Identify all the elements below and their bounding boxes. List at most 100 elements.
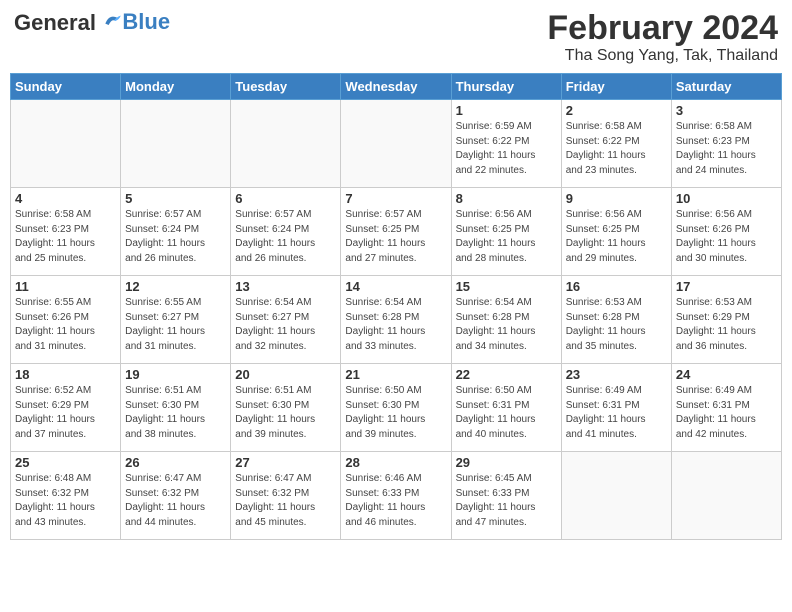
- calendar-day-header: Sunday: [11, 74, 121, 100]
- calendar-cell: 20 Sunrise: 6:51 AM Sunset: 6:30 PM Dayli…: [231, 364, 341, 452]
- day-number: 16: [566, 279, 667, 294]
- day-info: Sunrise: 6:54 AM Sunset: 6:27 PM Dayligh…: [235, 296, 336, 354]
- calendar-week-row: 1Sunrise: 6:59 AM Sunset: 6:22 PM Daylig…: [11, 100, 782, 188]
- calendar-cell: 25 Sunrise: 6:48 AM Sunset: 6:32 PM Dayli…: [11, 452, 121, 540]
- location-title: Tha Song Yang, Tak, Thailand: [547, 47, 778, 65]
- day-number: 27: [235, 455, 336, 470]
- logo-general-text: General: [14, 10, 96, 35]
- day-info: Sunrise: 6:54 AM Sunset: 6:28 PM Dayligh…: [345, 296, 446, 354]
- day-number: 22: [456, 367, 557, 382]
- calendar-cell: 17 Sunrise: 6:53 AM Sunset: 6:29 PM Dayli…: [671, 276, 781, 364]
- day-number: 8: [456, 191, 557, 206]
- day-info: Sunrise: 6:56 AM Sunset: 6:25 PM Dayligh…: [566, 208, 667, 266]
- day-number: 18: [15, 367, 116, 382]
- day-number: 25: [15, 455, 116, 470]
- day-info: Sunrise: 6:47 AM Sunset: 6:32 PM Dayligh…: [125, 472, 226, 530]
- day-info: Sunrise: 6:57 AM Sunset: 6:25 PM Dayligh…: [345, 208, 446, 266]
- calendar-cell: [671, 452, 781, 540]
- day-number: 21: [345, 367, 446, 382]
- day-number: 6: [235, 191, 336, 206]
- calendar-cell: 1Sunrise: 6:59 AM Sunset: 6:22 PM Daylig…: [451, 100, 561, 188]
- calendar-cell: 21 Sunrise: 6:50 AM Sunset: 6:30 PM Dayli…: [341, 364, 451, 452]
- day-info: Sunrise: 6:46 AM Sunset: 6:33 PM Dayligh…: [345, 472, 446, 530]
- day-number: 3: [676, 103, 777, 118]
- calendar-cell: 15 Sunrise: 6:54 AM Sunset: 6:28 PM Dayli…: [451, 276, 561, 364]
- day-info: Sunrise: 6:50 AM Sunset: 6:31 PM Dayligh…: [456, 384, 557, 442]
- day-number: 19: [125, 367, 226, 382]
- calendar-day-header: Saturday: [671, 74, 781, 100]
- calendar-day-header: Tuesday: [231, 74, 341, 100]
- title-area: February 2024 Tha Song Yang, Tak, Thaila…: [547, 10, 778, 65]
- logo-blue-text: Blue: [122, 9, 170, 34]
- day-info: Sunrise: 6:51 AM Sunset: 6:30 PM Dayligh…: [235, 384, 336, 442]
- day-number: 11: [15, 279, 116, 294]
- day-info: Sunrise: 6:56 AM Sunset: 6:25 PM Dayligh…: [456, 208, 557, 266]
- day-info: Sunrise: 6:55 AM Sunset: 6:26 PM Dayligh…: [15, 296, 116, 354]
- calendar-day-header: Wednesday: [341, 74, 451, 100]
- day-number: 28: [345, 455, 446, 470]
- calendar-cell: 8 Sunrise: 6:56 AM Sunset: 6:25 PM Daylig…: [451, 188, 561, 276]
- day-number: 17: [676, 279, 777, 294]
- calendar-cell: 2Sunrise: 6:58 AM Sunset: 6:22 PM Daylig…: [561, 100, 671, 188]
- calendar-cell: [561, 452, 671, 540]
- calendar-cell: 5 Sunrise: 6:57 AM Sunset: 6:24 PM Daylig…: [121, 188, 231, 276]
- calendar-cell: 3Sunrise: 6:58 AM Sunset: 6:23 PM Daylig…: [671, 100, 781, 188]
- day-number: 10: [676, 191, 777, 206]
- day-number: 24: [676, 367, 777, 382]
- calendar-cell: 23Sunrise: 6:49 AM Sunset: 6:31 PM Dayli…: [561, 364, 671, 452]
- calendar-cell: 16 Sunrise: 6:53 AM Sunset: 6:28 PM Dayli…: [561, 276, 671, 364]
- day-info: Sunrise: 6:51 AM Sunset: 6:30 PM Dayligh…: [125, 384, 226, 442]
- logo-bird-icon: [102, 10, 122, 30]
- day-number: 4: [15, 191, 116, 206]
- day-info: Sunrise: 6:59 AM Sunset: 6:22 PM Dayligh…: [456, 120, 557, 178]
- day-info: Sunrise: 6:54 AM Sunset: 6:28 PM Dayligh…: [456, 296, 557, 354]
- month-title: February 2024: [547, 10, 778, 47]
- day-number: 13: [235, 279, 336, 294]
- day-info: Sunrise: 6:57 AM Sunset: 6:24 PM Dayligh…: [235, 208, 336, 266]
- calendar-cell: [231, 100, 341, 188]
- calendar-cell: 4 Sunrise: 6:58 AM Sunset: 6:23 PM Daylig…: [11, 188, 121, 276]
- calendar-cell: 14 Sunrise: 6:54 AM Sunset: 6:28 PM Dayli…: [341, 276, 451, 364]
- calendar-body: 1Sunrise: 6:59 AM Sunset: 6:22 PM Daylig…: [11, 100, 782, 540]
- day-info: Sunrise: 6:53 AM Sunset: 6:28 PM Dayligh…: [566, 296, 667, 354]
- calendar-week-row: 18Sunrise: 6:52 AM Sunset: 6:29 PM Dayli…: [11, 364, 782, 452]
- calendar-cell: 29 Sunrise: 6:45 AM Sunset: 6:33 PM Dayli…: [451, 452, 561, 540]
- day-info: Sunrise: 6:58 AM Sunset: 6:23 PM Dayligh…: [15, 208, 116, 266]
- calendar-day-header: Monday: [121, 74, 231, 100]
- day-info: Sunrise: 6:45 AM Sunset: 6:33 PM Dayligh…: [456, 472, 557, 530]
- calendar-cell: [121, 100, 231, 188]
- day-info: Sunrise: 6:55 AM Sunset: 6:27 PM Dayligh…: [125, 296, 226, 354]
- day-info: Sunrise: 6:57 AM Sunset: 6:24 PM Dayligh…: [125, 208, 226, 266]
- logo: General Blue: [14, 10, 170, 35]
- day-info: Sunrise: 6:50 AM Sunset: 6:30 PM Dayligh…: [345, 384, 446, 442]
- day-info: Sunrise: 6:53 AM Sunset: 6:29 PM Dayligh…: [676, 296, 777, 354]
- calendar-cell: [11, 100, 121, 188]
- calendar-week-row: 4 Sunrise: 6:58 AM Sunset: 6:23 PM Daylig…: [11, 188, 782, 276]
- calendar-week-row: 11 Sunrise: 6:55 AM Sunset: 6:26 PM Dayli…: [11, 276, 782, 364]
- calendar-day-header: Friday: [561, 74, 671, 100]
- calendar-header-row: SundayMondayTuesdayWednesdayThursdayFrid…: [11, 74, 782, 100]
- day-number: 23: [566, 367, 667, 382]
- day-number: 15: [456, 279, 557, 294]
- day-number: 14: [345, 279, 446, 294]
- calendar-cell: 11 Sunrise: 6:55 AM Sunset: 6:26 PM Dayli…: [11, 276, 121, 364]
- day-number: 29: [456, 455, 557, 470]
- calendar-cell: 9 Sunrise: 6:56 AM Sunset: 6:25 PM Daylig…: [561, 188, 671, 276]
- calendar-cell: 26Sunrise: 6:47 AM Sunset: 6:32 PM Dayli…: [121, 452, 231, 540]
- calendar-cell: 10 Sunrise: 6:56 AM Sunset: 6:26 PM Dayli…: [671, 188, 781, 276]
- day-number: 5: [125, 191, 226, 206]
- day-number: 7: [345, 191, 446, 206]
- calendar-cell: 18Sunrise: 6:52 AM Sunset: 6:29 PM Dayli…: [11, 364, 121, 452]
- calendar-cell: 6 Sunrise: 6:57 AM Sunset: 6:24 PM Daylig…: [231, 188, 341, 276]
- calendar-week-row: 25 Sunrise: 6:48 AM Sunset: 6:32 PM Dayli…: [11, 452, 782, 540]
- day-number: 9: [566, 191, 667, 206]
- calendar-day-header: Thursday: [451, 74, 561, 100]
- calendar-cell: 13 Sunrise: 6:54 AM Sunset: 6:27 PM Dayli…: [231, 276, 341, 364]
- calendar-cell: 7 Sunrise: 6:57 AM Sunset: 6:25 PM Daylig…: [341, 188, 451, 276]
- calendar-cell: 28 Sunrise: 6:46 AM Sunset: 6:33 PM Dayli…: [341, 452, 451, 540]
- day-info: Sunrise: 6:56 AM Sunset: 6:26 PM Dayligh…: [676, 208, 777, 266]
- day-number: 20: [235, 367, 336, 382]
- day-info: Sunrise: 6:47 AM Sunset: 6:32 PM Dayligh…: [235, 472, 336, 530]
- calendar-cell: 19 Sunrise: 6:51 AM Sunset: 6:30 PM Dayli…: [121, 364, 231, 452]
- day-info: Sunrise: 6:48 AM Sunset: 6:32 PM Dayligh…: [15, 472, 116, 530]
